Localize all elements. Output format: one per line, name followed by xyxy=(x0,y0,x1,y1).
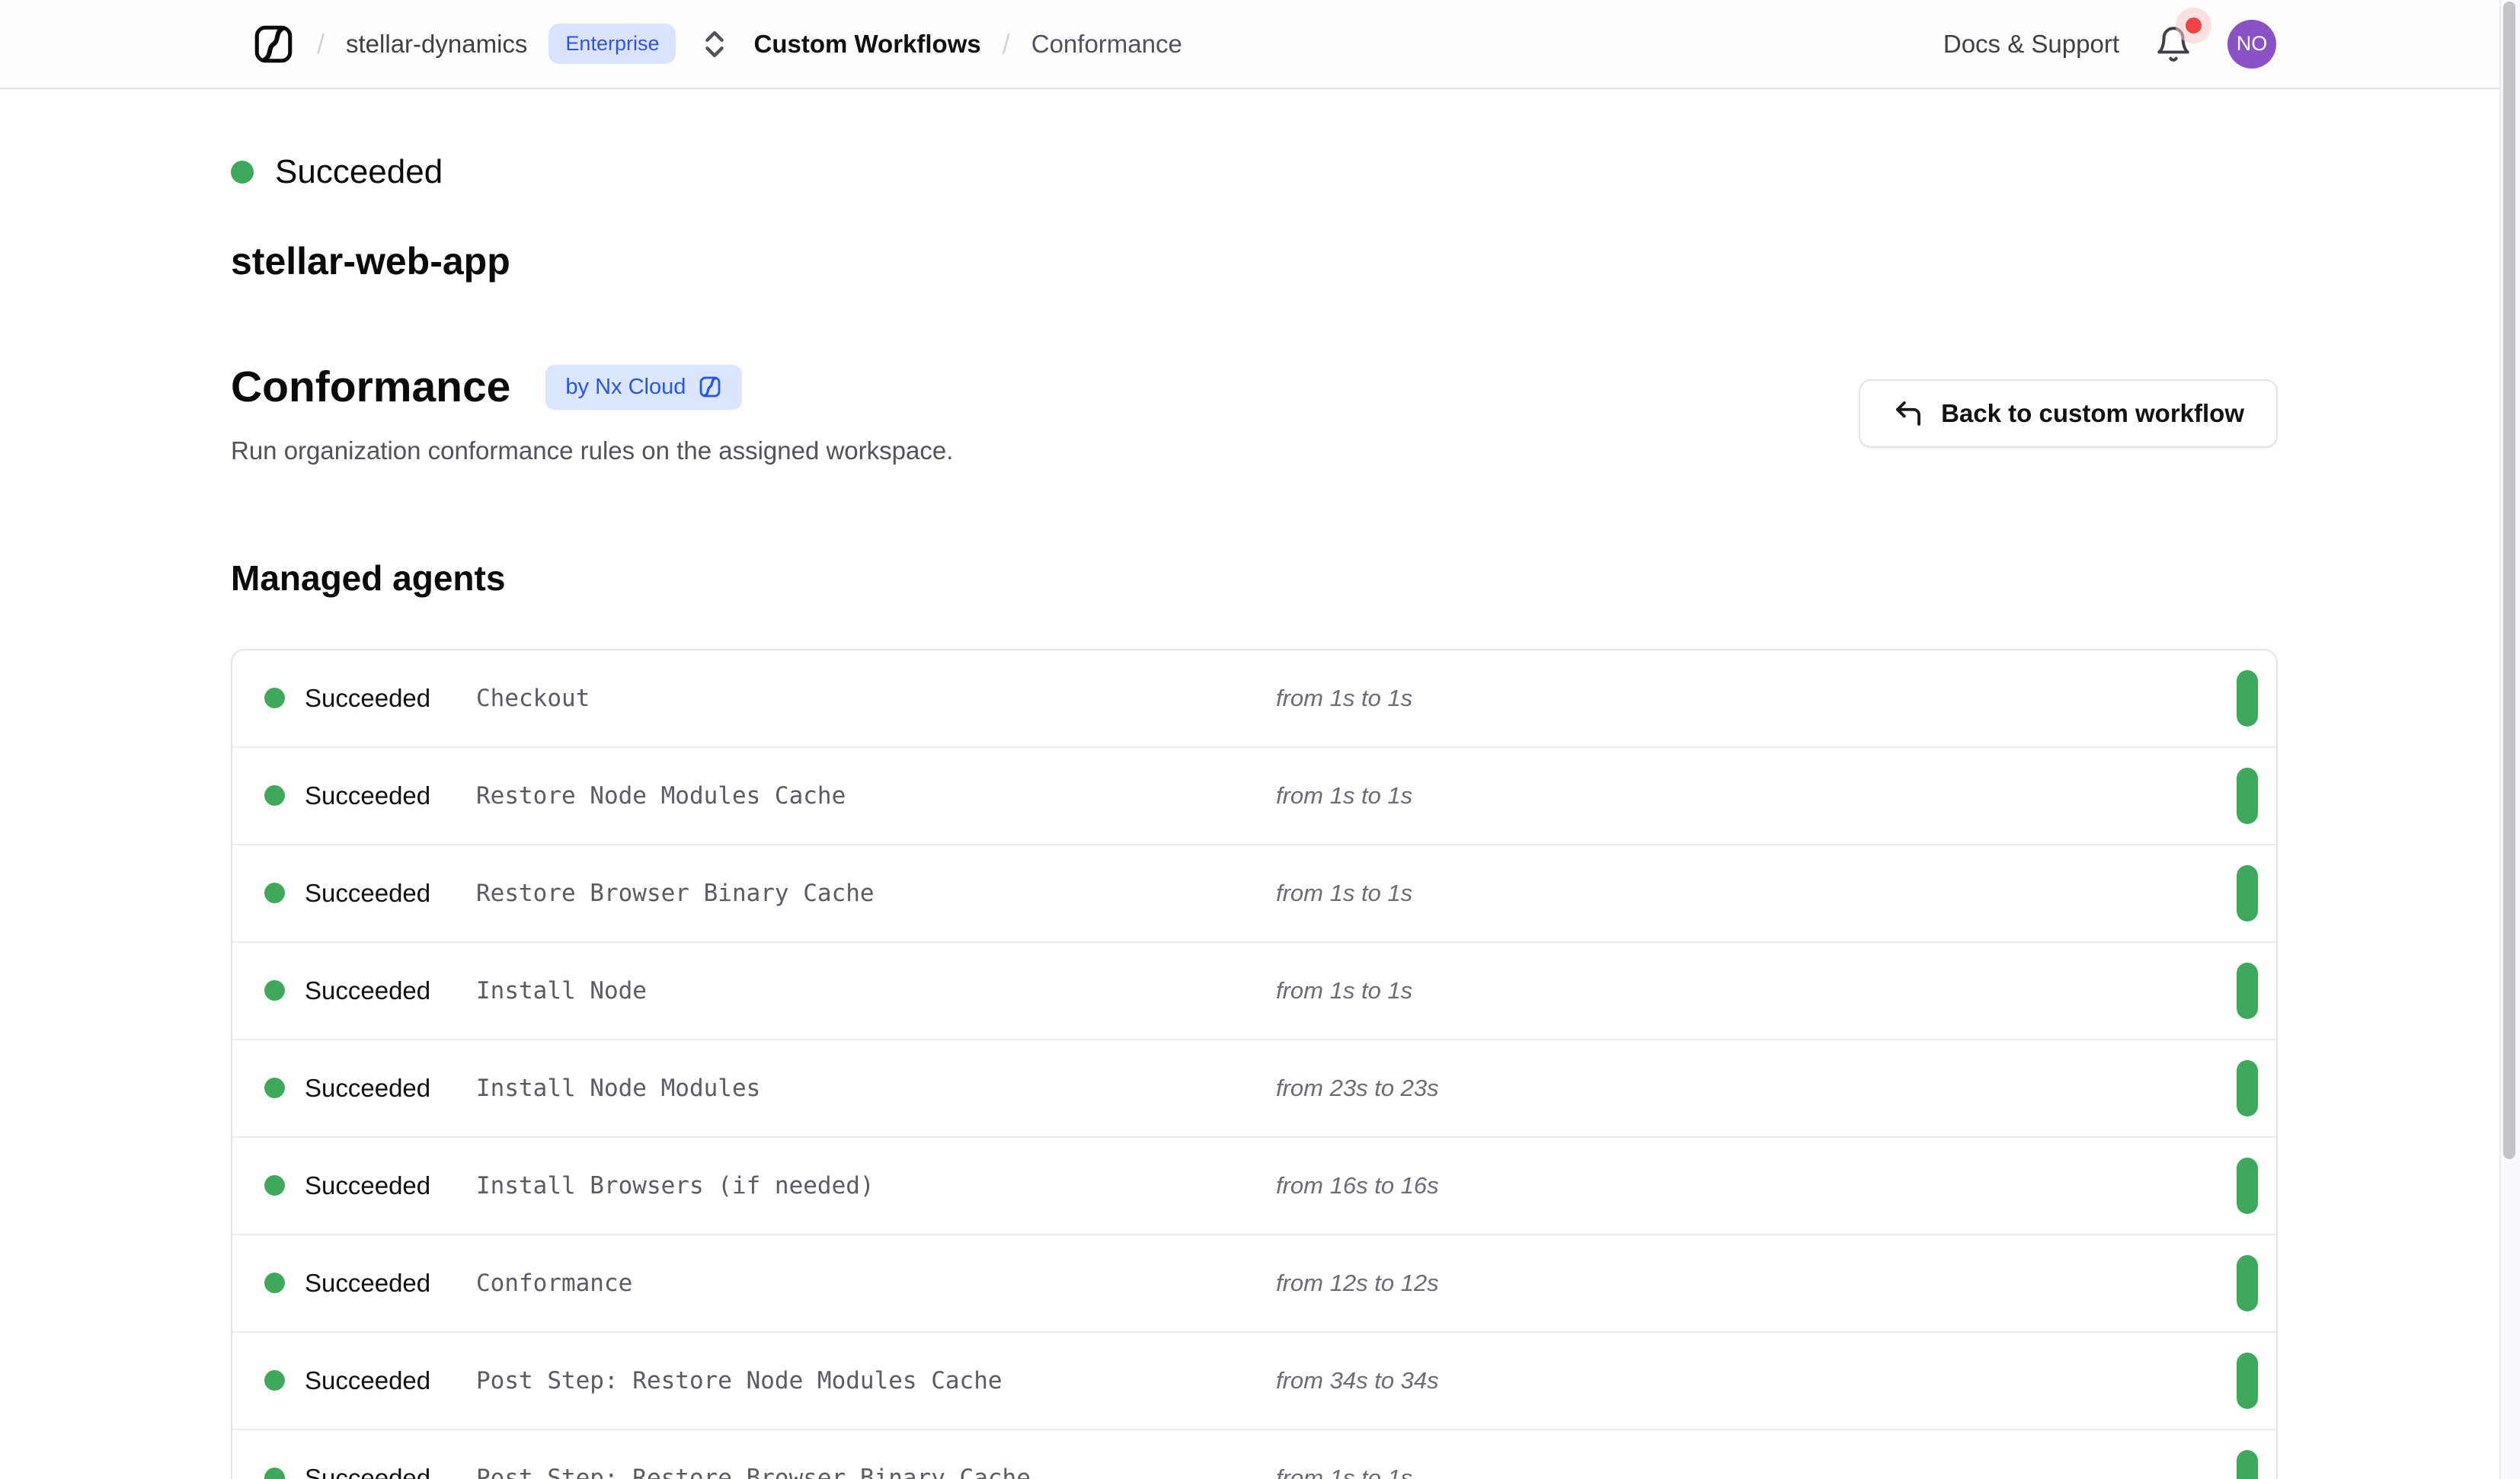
step-duration: from 1s to 1s xyxy=(1276,880,2237,907)
status-dot-icon xyxy=(264,785,285,806)
user-avatar[interactable]: NO xyxy=(2227,20,2276,69)
step-name: Checkout xyxy=(476,685,1276,712)
step-duration: from 12s to 12s xyxy=(1276,1270,2237,1297)
status-dot-icon xyxy=(264,1468,285,1479)
agent-step-row[interactable]: Succeeded Install Node from 1s to 1s xyxy=(232,941,2276,1039)
step-name: Restore Node Modules Cache xyxy=(476,782,1276,810)
step-name: Install Node Modules xyxy=(476,1075,1276,1102)
notification-badge xyxy=(2186,18,2202,34)
workflow-title: Conformance xyxy=(231,363,510,413)
managed-agents-title: Managed agents xyxy=(231,558,2278,599)
page-scrollbar[interactable] xyxy=(2499,0,2520,1479)
agent-step-row[interactable]: Succeeded Restore Node Modules Cache fro… xyxy=(232,746,2276,844)
agent-step-row[interactable]: Succeeded Restore Browser Binary Cache f… xyxy=(232,844,2276,941)
step-status: Succeeded xyxy=(305,684,476,713)
step-name: Restore Browser Binary Cache xyxy=(476,880,1276,907)
step-name: Install Node xyxy=(476,977,1276,1005)
timeline-bar xyxy=(2237,1060,2258,1116)
agent-step-row[interactable]: Succeeded Post Step: Restore Node Module… xyxy=(232,1331,2276,1429)
docs-support-link[interactable]: Docs & Support xyxy=(1943,30,2119,59)
timeline-bar xyxy=(2237,768,2258,824)
run-status: Succeeded xyxy=(231,153,2278,191)
step-status: Succeeded xyxy=(305,781,476,810)
provider-badge-label: by Nx Cloud xyxy=(565,375,686,400)
run-status-label: Succeeded xyxy=(275,153,443,191)
agent-step-row[interactable]: Succeeded Conformance from 12s to 12s xyxy=(232,1234,2276,1331)
step-duration: from 34s to 34s xyxy=(1276,1367,2237,1394)
step-status: Succeeded xyxy=(305,1074,476,1103)
workspace-title: stellar-web-app xyxy=(231,240,2278,284)
step-name: Post Step: Restore Browser Binary Cache xyxy=(476,1465,1276,1479)
workflow-description: Run organization conformance rules on th… xyxy=(231,436,953,465)
step-status: Succeeded xyxy=(305,1171,476,1200)
workflow-title-row: Conformance by Nx Cloud xyxy=(231,363,953,413)
nx-cloud-app: / stellar-dynamics Enterprise Custom Wor… xyxy=(0,0,2520,1479)
breadcrumb: / stellar-dynamics Enterprise Custom Wor… xyxy=(251,22,1182,66)
back-to-custom-workflow-button[interactable]: Back to custom workflow xyxy=(1859,379,2278,448)
corner-up-left-icon xyxy=(1892,398,1924,430)
main-content: Succeeded stellar-web-app Conformance by… xyxy=(231,89,2278,1479)
timeline-bar xyxy=(2237,1158,2258,1214)
agent-step-row[interactable]: Succeeded Post Step: Restore Browser Bin… xyxy=(232,1429,2276,1479)
step-status: Succeeded xyxy=(305,1366,476,1395)
step-status: Succeeded xyxy=(305,976,476,1005)
status-dot-icon xyxy=(264,1078,285,1098)
step-duration: from 1s to 1s xyxy=(1276,782,2237,810)
navbar-actions: Docs & Support NO xyxy=(1943,20,2276,69)
status-dot-icon xyxy=(264,1370,285,1391)
chevron-up-down-icon[interactable] xyxy=(697,27,732,62)
agent-step-row[interactable]: Succeeded Checkout from 1s to 1s xyxy=(232,650,2276,746)
workflow-header: Conformance by Nx Cloud Run organization… xyxy=(231,363,2278,466)
nx-cloud-logo-icon xyxy=(698,375,722,399)
timeline-bar xyxy=(2237,670,2258,727)
step-duration: from 1s to 1s xyxy=(1276,977,2237,1005)
breadcrumb-section[interactable]: Custom Workflows xyxy=(753,30,980,59)
step-status: Succeeded xyxy=(305,1464,476,1479)
workflow-heading-block: Conformance by Nx Cloud Run organization… xyxy=(231,363,953,466)
status-dot-icon xyxy=(264,688,285,708)
managed-agents-list: Succeeded Checkout from 1s to 1s Succeed… xyxy=(231,649,2278,1479)
status-dot-icon xyxy=(264,1175,285,1196)
timeline-bar xyxy=(2237,1450,2258,1479)
agent-step-row[interactable]: Succeeded Install Browsers (if needed) f… xyxy=(232,1136,2276,1234)
status-dot-icon xyxy=(264,1273,285,1293)
top-navbar: / stellar-dynamics Enterprise Custom Wor… xyxy=(0,0,2520,89)
step-duration: from 23s to 23s xyxy=(1276,1075,2237,1102)
step-duration: from 16s to 16s xyxy=(1276,1172,2237,1199)
step-status: Succeeded xyxy=(305,1269,476,1298)
step-name: Install Browsers (if needed) xyxy=(476,1172,1276,1199)
step-status: Succeeded xyxy=(305,879,476,908)
step-duration: from 1s to 1s xyxy=(1276,685,2237,712)
breadcrumb-org[interactable]: stellar-dynamics xyxy=(346,30,527,59)
back-button-label: Back to custom workflow xyxy=(1941,399,2244,428)
breadcrumb-page: Conformance xyxy=(1031,30,1182,59)
step-name: Conformance xyxy=(476,1270,1276,1297)
timeline-bar xyxy=(2237,963,2258,1019)
timeline-bar xyxy=(2237,1353,2258,1409)
step-name: Post Step: Restore Node Modules Cache xyxy=(476,1367,1276,1394)
status-dot-icon xyxy=(264,980,285,1001)
timeline-bar xyxy=(2237,1255,2258,1311)
agent-step-row[interactable]: Succeeded Install Node Modules from 23s … xyxy=(232,1039,2276,1136)
status-dot-icon xyxy=(264,883,285,903)
breadcrumb-separator: / xyxy=(1003,28,1010,60)
scrollbar-thumb[interactable] xyxy=(2503,2,2515,1159)
step-duration: from 1s to 1s xyxy=(1276,1465,2237,1479)
nx-cloud-logo-icon[interactable] xyxy=(251,22,296,66)
enterprise-badge: Enterprise xyxy=(548,24,676,64)
timeline-bar xyxy=(2237,865,2258,922)
notifications-button[interactable] xyxy=(2154,24,2192,65)
breadcrumb-separator: / xyxy=(317,28,325,60)
status-dot-icon xyxy=(231,161,254,184)
provider-badge[interactable]: by Nx Cloud xyxy=(545,365,742,410)
